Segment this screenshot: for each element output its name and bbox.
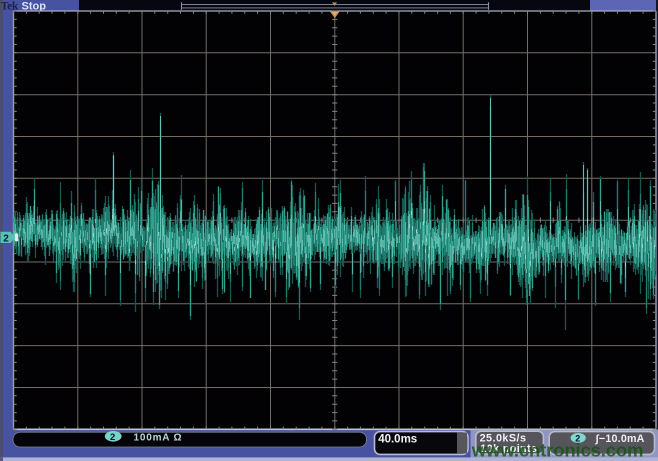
svg-text:40.0ms: 40.0ms <box>378 434 417 446</box>
svg-text:100mA Ω: 100mA Ω <box>134 432 183 443</box>
svg-text:2: 2 <box>3 233 9 244</box>
svg-text:www.cntronics.com: www.cntronics.com <box>471 439 644 460</box>
svg-text:2: 2 <box>110 432 115 443</box>
